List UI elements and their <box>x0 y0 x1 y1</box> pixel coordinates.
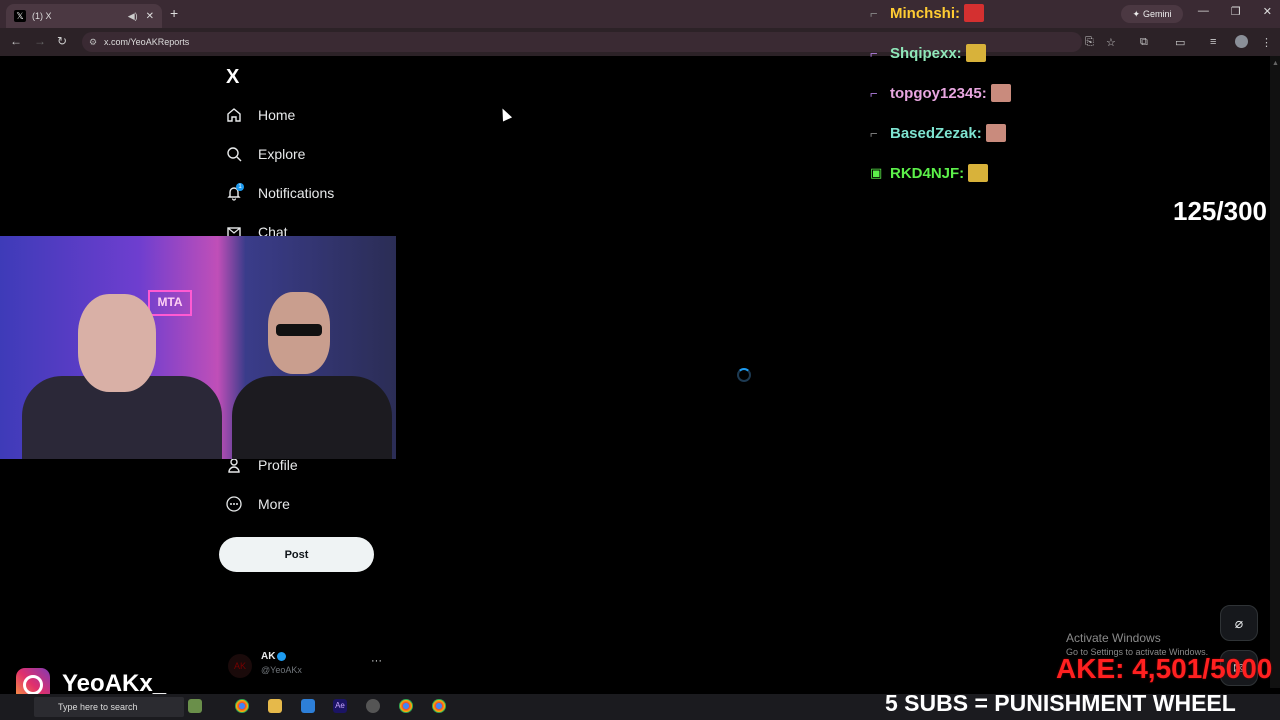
scroll-up-icon[interactable]: ▲ <box>1272 60 1279 67</box>
post-button[interactable]: Post <box>219 537 374 572</box>
sunglasses <box>276 324 322 336</box>
ake-counter: AKE: 4,501/5000 <box>1056 653 1273 684</box>
obs-icon[interactable] <box>366 699 380 713</box>
chat-username: topgoy12345: <box>890 84 987 102</box>
emote-icon <box>990 84 1011 102</box>
verified-badge-icon <box>277 651 287 661</box>
chrome-secondary-icon[interactable] <box>432 699 446 713</box>
grok-icon: ⌀ <box>1234 614 1244 631</box>
bookmark-star-icon[interactable]: ☆ <box>1106 36 1116 49</box>
streamer-right <box>232 376 392 459</box>
nav-explore[interactable]: Explore <box>226 146 305 162</box>
account-switcher[interactable]: AK AK @YeoAKx ··· <box>228 650 388 678</box>
grok-button[interactable]: ⌀ <box>1220 605 1258 641</box>
reading-list-icon[interactable]: ≡ <box>1210 36 1216 48</box>
x-logo[interactable]: X <box>226 66 239 89</box>
speaker-icon[interactable]: ◀) <box>128 11 138 22</box>
nav-notifications-label: Notifications <box>258 185 335 201</box>
chat-message: ⌐ topgoy12345: <box>870 84 1011 102</box>
chat-badge-icon: ⌐ <box>870 45 878 61</box>
emote-icon <box>985 124 1006 142</box>
webcam-overlay: MTA <box>0 236 396 459</box>
subs-banner: 5 SUBS = PUNISHMENT WHEEL <box>885 690 1236 716</box>
search-icon <box>226 146 242 162</box>
weather-icon[interactable] <box>188 699 202 713</box>
home-icon <box>226 107 242 123</box>
nav-home[interactable]: Home <box>226 107 295 123</box>
window-controls: — ❐ ✕ <box>1198 5 1272 18</box>
chat-username: Shqipexx: <box>890 44 962 62</box>
avatar: AK <box>228 654 252 678</box>
restore-button[interactable]: ❐ <box>1231 5 1241 18</box>
close-tab-icon[interactable]: ✕ <box>146 11 154 22</box>
account-name-text: AK <box>261 651 276 662</box>
nav-more-label: More <box>258 496 290 512</box>
chat-badge-icon: ⌐ <box>870 85 878 101</box>
sparkle-icon: ✦ <box>1132 8 1141 19</box>
new-tab-button[interactable]: + <box>170 5 178 21</box>
reload-icon[interactable]: ↻ <box>57 34 67 48</box>
browser-tab-bar <box>0 0 1280 28</box>
chat-badge-icon: ⌐ <box>870 5 878 21</box>
chat-message: ⌐ BasedZezak: <box>870 124 1006 142</box>
mouse-cursor-icon <box>497 106 513 122</box>
neon-sign: MTA <box>148 290 192 316</box>
chat-message: ▣ RKD4NJF: <box>870 164 989 182</box>
notification-badge: 1 <box>236 183 244 191</box>
gemini-button[interactable]: ✦ Gemini <box>1121 5 1183 23</box>
account-more-icon[interactable]: ··· <box>371 655 382 667</box>
page-scrollbar[interactable]: ▲ <box>1270 56 1280 688</box>
file-explorer-icon[interactable] <box>268 699 282 713</box>
loading-spinner-icon <box>737 368 751 382</box>
nav-more[interactable]: More <box>226 496 290 512</box>
chat-username: RKD4NJF: <box>890 164 965 182</box>
chat-message: ⌐ Minchshi: <box>870 4 984 22</box>
emote-icon <box>964 4 984 22</box>
chrome-icon[interactable] <box>235 699 249 713</box>
menu-kebab-icon[interactable]: ⋮ <box>1261 36 1272 49</box>
minimize-button[interactable]: — <box>1198 5 1209 18</box>
back-icon[interactable]: ← <box>10 34 22 48</box>
nav-profile-label: Profile <box>258 457 298 473</box>
chrome-active-icon[interactable] <box>399 699 413 713</box>
side-panel-icon[interactable]: ▭ <box>1175 36 1185 49</box>
taskbar-search[interactable]: Type here to search <box>34 697 184 717</box>
watermark-title: Activate Windows <box>1066 631 1161 645</box>
after-effects-icon[interactable]: Ae <box>333 699 347 713</box>
nav-home-label: Home <box>258 107 296 123</box>
emote-icon <box>968 164 989 182</box>
close-window-button[interactable]: ✕ <box>1263 5 1272 18</box>
goal-counter: 125/300 <box>1173 196 1267 226</box>
more-circle-icon <box>226 496 242 512</box>
chat-username: BasedZezak: <box>890 124 982 142</box>
emote-icon <box>965 44 986 62</box>
store-icon[interactable] <box>301 699 315 713</box>
account-name: AK <box>261 651 287 662</box>
x-favicon-icon: 𝕏 <box>14 10 26 22</box>
gift-icon: ▣ <box>870 165 883 180</box>
url-text: x.com/YeoAKReports <box>104 37 190 47</box>
person-icon <box>226 457 242 473</box>
chat-badge-icon: ⌐ <box>870 125 878 141</box>
streamer-left-head <box>78 294 156 392</box>
forward-icon[interactable]: → <box>34 34 46 48</box>
install-app-icon[interactable]: ⎘ <box>1085 36 1094 49</box>
site-info-icon[interactable]: ⚙ <box>89 32 97 52</box>
browser-tab[interactable]: 𝕏 (1) X ◀) ✕ <box>6 4 162 28</box>
account-handle: @YeoAKx <box>261 665 302 675</box>
nav-profile[interactable]: Profile <box>226 457 298 473</box>
gemini-label: Gemini <box>1143 9 1172 19</box>
chat-message: ⌐ Shqipexx: <box>870 44 986 62</box>
chat-username: Minchshi: <box>890 4 960 22</box>
nav-explore-label: Explore <box>258 146 306 162</box>
extensions-icon[interactable]: ⧉ <box>1140 36 1148 49</box>
tab-title: (1) X <box>32 11 52 21</box>
profile-avatar[interactable] <box>1235 35 1248 48</box>
